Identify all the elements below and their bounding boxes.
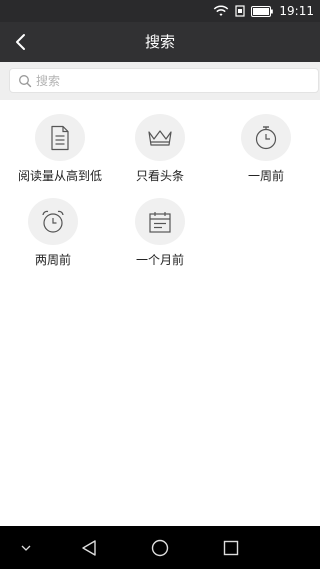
nav-home-button[interactable] (140, 526, 180, 569)
filter-label: 只看头条 (135, 169, 184, 183)
filter-icon-circle (28, 198, 78, 245)
page-title: 搜索 (144, 33, 175, 51)
stopwatch-icon (255, 125, 277, 149)
filter-item-one-week[interactable]: 一周前 (213, 100, 319, 184)
status-bar: 19:11 (0, 0, 320, 22)
filter-item-one-month[interactable]: 一个月前 (107, 184, 213, 268)
filter-label: 两周前 (34, 253, 71, 267)
calendar-icon (149, 211, 171, 233)
filter-icon-circle (135, 114, 185, 161)
search-input[interactable] (36, 69, 296, 92)
filter-item-most-read[interactable]: 阅读量从高到低 (7, 100, 113, 184)
alarm-clock-icon (42, 210, 64, 233)
filter-icon-circle (35, 114, 85, 161)
sim-icon (235, 5, 246, 17)
nav-back-button[interactable] (69, 526, 109, 569)
status-icons: 19:11 (213, 2, 314, 20)
wifi-icon (214, 5, 229, 16)
square-recents-icon (223, 540, 239, 555)
nav-hide-button[interactable] (6, 526, 46, 569)
battery-icon (251, 5, 274, 17)
chevron-down-icon (21, 545, 31, 551)
nav-recents-button[interactable] (211, 526, 251, 569)
filter-item-two-weeks[interactable]: 两周前 (0, 184, 106, 268)
filter-item-headlines[interactable]: 只看头条 (107, 100, 213, 184)
filter-icon-circle (241, 114, 291, 161)
document-icon (51, 125, 69, 150)
search-box[interactable] (9, 68, 319, 93)
app-bar: 搜索 (0, 22, 320, 62)
system-nav-bar (0, 526, 320, 569)
filter-label: 一周前 (247, 169, 284, 183)
search-icon (19, 75, 32, 88)
crown-icon (148, 129, 172, 146)
filter-icon-circle (135, 198, 185, 245)
filter-label: 阅读量从高到低 (17, 169, 102, 183)
status-time: 19:11 (279, 4, 314, 18)
circle-home-icon (151, 539, 169, 556)
search-bar-container (0, 62, 320, 100)
filter-label: 一个月前 (135, 253, 184, 267)
triangle-back-icon (82, 539, 96, 556)
